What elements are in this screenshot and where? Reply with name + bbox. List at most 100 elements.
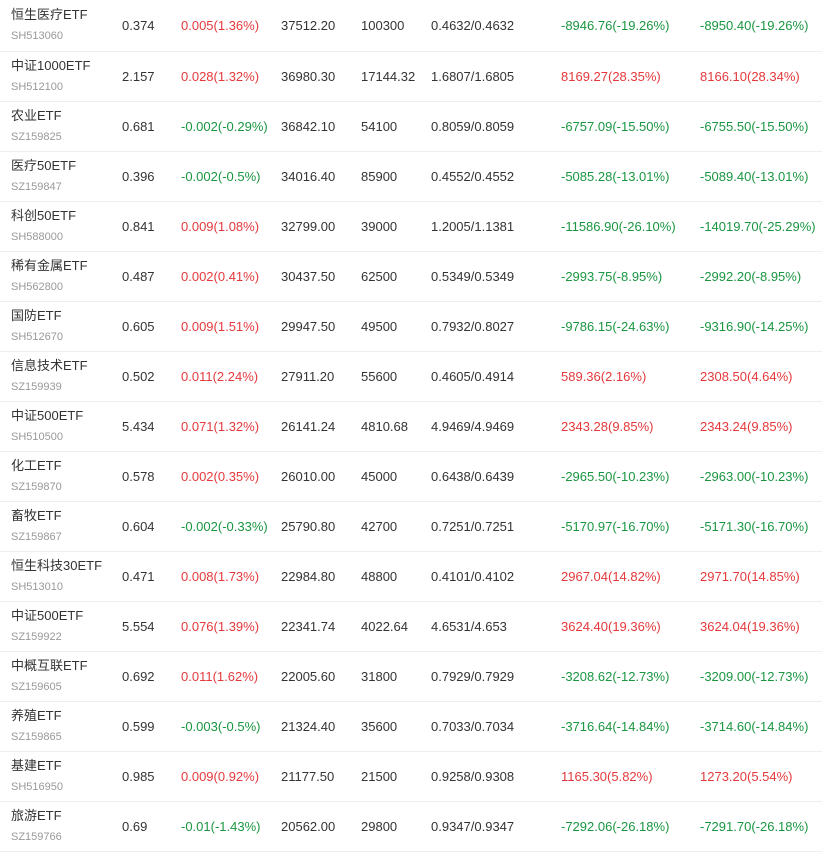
- fund-cell: 畜牧ETF SZ159867: [0, 501, 122, 551]
- price-cell: 0.502: [122, 368, 155, 384]
- fund-cell: 中证500ETF SH510500: [0, 401, 122, 451]
- fund-cell: 旅游ETF SZ159766: [0, 801, 122, 851]
- table-row[interactable]: 农业ETF SZ159825 0.681 -0.002(-0.29%) 3684…: [0, 101, 822, 151]
- change-cell: -0.002(-0.29%): [181, 118, 268, 134]
- fund-name-link[interactable]: 畜牧ETF: [11, 507, 122, 524]
- turnover-cell: 30437.50: [281, 268, 336, 284]
- turnover-cell: 34016.40: [281, 168, 336, 184]
- profit-cell: -7292.06(-26.18%): [561, 818, 670, 834]
- table-row[interactable]: 旅游ETF SZ159766 0.69 -0.01(-1.43%) 20562.…: [0, 801, 822, 851]
- fund-name-link[interactable]: 国防ETF: [11, 307, 122, 324]
- price-cell: 0.599: [122, 718, 155, 734]
- profit-cell: -3716.64(-14.84%): [561, 718, 670, 734]
- profit-cell: -6757.09(-15.50%): [561, 118, 670, 134]
- fund-code: SZ159825: [11, 131, 62, 143]
- fund-code: SH510500: [11, 431, 63, 443]
- fund-name-link[interactable]: 基建ETF: [11, 757, 122, 774]
- turnover-cell: 27911.20: [281, 368, 335, 384]
- table-row[interactable]: 中概互联ETF SZ159605 0.692 0.011(1.62%) 2200…: [0, 651, 822, 701]
- fund-name-link[interactable]: 医疗50ETF: [11, 157, 122, 174]
- table-row[interactable]: 基建ETF SH516950 0.985 0.009(0.92%) 21177.…: [0, 751, 822, 801]
- change-cell: 0.009(1.08%): [181, 218, 260, 234]
- table-row[interactable]: 中证1000ETF SH512100 2.157 0.028(1.32%) 36…: [0, 51, 822, 101]
- fund-name-link[interactable]: 中证500ETF: [11, 607, 122, 624]
- turnover-cell: 21177.50: [281, 768, 335, 784]
- table-row[interactable]: 恒生医疗ETF SH513060 0.374 0.005(1.36%) 3751…: [0, 0, 822, 51]
- fund-name-link[interactable]: 恒生医疗ETF: [11, 6, 122, 23]
- fund-cell: 中概互联ETF SZ159605: [0, 651, 122, 701]
- change-cell: -0.01(-1.43%): [181, 818, 261, 834]
- fund-cell: 基建ETF SH516950: [0, 751, 122, 801]
- bid-ask-cell: 1.2005/1.1381: [431, 218, 515, 234]
- table-row[interactable]: 中证500ETF SZ159922 5.554 0.076(1.39%) 223…: [0, 601, 822, 651]
- fund-code: SH562800: [11, 281, 63, 293]
- profit-cell: -9786.15(-24.63%): [561, 318, 670, 334]
- table-row[interactable]: 畜牧ETF SZ159867 0.604 -0.002(-0.33%) 2579…: [0, 501, 822, 551]
- profit-total-cell: -7291.70(-26.18%): [700, 818, 809, 834]
- price-cell: 2.157: [122, 68, 155, 84]
- fund-code: SZ159870: [11, 481, 62, 493]
- turnover-cell: 26141.24: [281, 418, 336, 434]
- fund-name-link[interactable]: 稀有金属ETF: [11, 257, 122, 274]
- change-cell: 0.008(1.73%): [181, 568, 260, 584]
- price-cell: 0.487: [122, 268, 155, 284]
- profit-total-cell: 2971.70(14.85%): [700, 568, 800, 584]
- fund-code: SH513010: [11, 581, 63, 593]
- fund-name-link[interactable]: 信息技术ETF: [11, 357, 122, 374]
- fund-name-link[interactable]: 中证500ETF: [11, 407, 122, 424]
- fund-name-link[interactable]: 化工ETF: [11, 457, 122, 474]
- table-body: 恒生医疗ETF SH513060 0.374 0.005(1.36%) 3751…: [0, 0, 822, 851]
- fund-code: SH512670: [11, 331, 63, 343]
- bid-ask-cell: 0.4552/0.4552: [431, 168, 515, 184]
- profit-total-cell: -2963.00(-10.23%): [700, 468, 809, 484]
- profit-cell: -5170.97(-16.70%): [561, 518, 670, 534]
- volume-cell: 39000: [361, 218, 398, 234]
- volume-cell: 35600: [361, 718, 398, 734]
- profit-cell: 2967.04(14.82%): [561, 568, 661, 584]
- fund-code: SZ159847: [11, 181, 62, 193]
- fund-name-link[interactable]: 旅游ETF: [11, 807, 122, 824]
- fund-name-link[interactable]: 养殖ETF: [11, 707, 122, 724]
- table-row[interactable]: 化工ETF SZ159870 0.578 0.002(0.35%) 26010.…: [0, 451, 822, 501]
- profit-cell: -2965.50(-10.23%): [561, 468, 670, 484]
- fund-cell: 科创50ETF SH588000: [0, 201, 122, 251]
- turnover-cell: 21324.40: [281, 718, 336, 734]
- fund-name-link[interactable]: 科创50ETF: [11, 207, 122, 224]
- turnover-cell: 32799.00: [281, 218, 336, 234]
- volume-cell: 4810.68: [361, 418, 408, 434]
- turnover-cell: 22984.80: [281, 568, 336, 584]
- fund-code: SZ159867: [11, 531, 62, 543]
- table-row[interactable]: 科创50ETF SH588000 0.841 0.009(1.08%) 3279…: [0, 201, 822, 251]
- fund-cell: 国防ETF SH512670: [0, 301, 122, 351]
- change-cell: 0.011(1.62%): [181, 668, 259, 684]
- fund-cell: 恒生科技30ETF SH513010: [0, 551, 122, 601]
- price-cell: 0.605: [122, 318, 155, 334]
- bid-ask-cell: 0.7929/0.7929: [431, 668, 515, 684]
- volume-cell: 42700: [361, 518, 398, 534]
- volume-cell: 54100: [361, 118, 398, 134]
- volume-cell: 17144.32: [361, 68, 416, 84]
- table-row[interactable]: 中证500ETF SH510500 5.434 0.071(1.32%) 261…: [0, 401, 822, 451]
- volume-cell: 31800: [361, 668, 398, 684]
- table-row[interactable]: 国防ETF SH512670 0.605 0.009(1.51%) 29947.…: [0, 301, 822, 351]
- table-row[interactable]: 医疗50ETF SZ159847 0.396 -0.002(-0.5%) 340…: [0, 151, 822, 201]
- turnover-cell: 20562.00: [281, 818, 336, 834]
- profit-cell: 2343.28(9.85%): [561, 418, 654, 434]
- fund-name-link[interactable]: 中证1000ETF: [11, 57, 122, 74]
- profit-total-cell: 1273.20(5.54%): [700, 768, 793, 784]
- fund-name-link[interactable]: 中概互联ETF: [11, 657, 122, 674]
- fund-cell: 农业ETF SZ159825: [0, 101, 122, 151]
- table-row[interactable]: 信息技术ETF SZ159939 0.502 0.011(2.24%) 2791…: [0, 351, 822, 401]
- fund-code: SZ159605: [11, 681, 62, 693]
- table-row[interactable]: 恒生科技30ETF SH513010 0.471 0.008(1.73%) 22…: [0, 551, 822, 601]
- profit-total-cell: 8166.10(28.34%): [700, 68, 800, 84]
- price-cell: 5.554: [122, 618, 155, 634]
- change-cell: -0.002(-0.33%): [181, 518, 268, 534]
- profit-cell: 3624.40(19.36%): [561, 618, 661, 634]
- bid-ask-cell: 4.6531/4.653: [431, 618, 507, 634]
- table-row[interactable]: 稀有金属ETF SH562800 0.487 0.002(0.41%) 3043…: [0, 251, 822, 301]
- fund-name-link[interactable]: 恒生科技30ETF: [11, 557, 122, 574]
- profit-total-cell: -3209.00(-12.73%): [700, 668, 809, 684]
- fund-name-link[interactable]: 农业ETF: [11, 107, 122, 124]
- table-row[interactable]: 养殖ETF SZ159865 0.599 -0.003(-0.5%) 21324…: [0, 701, 822, 751]
